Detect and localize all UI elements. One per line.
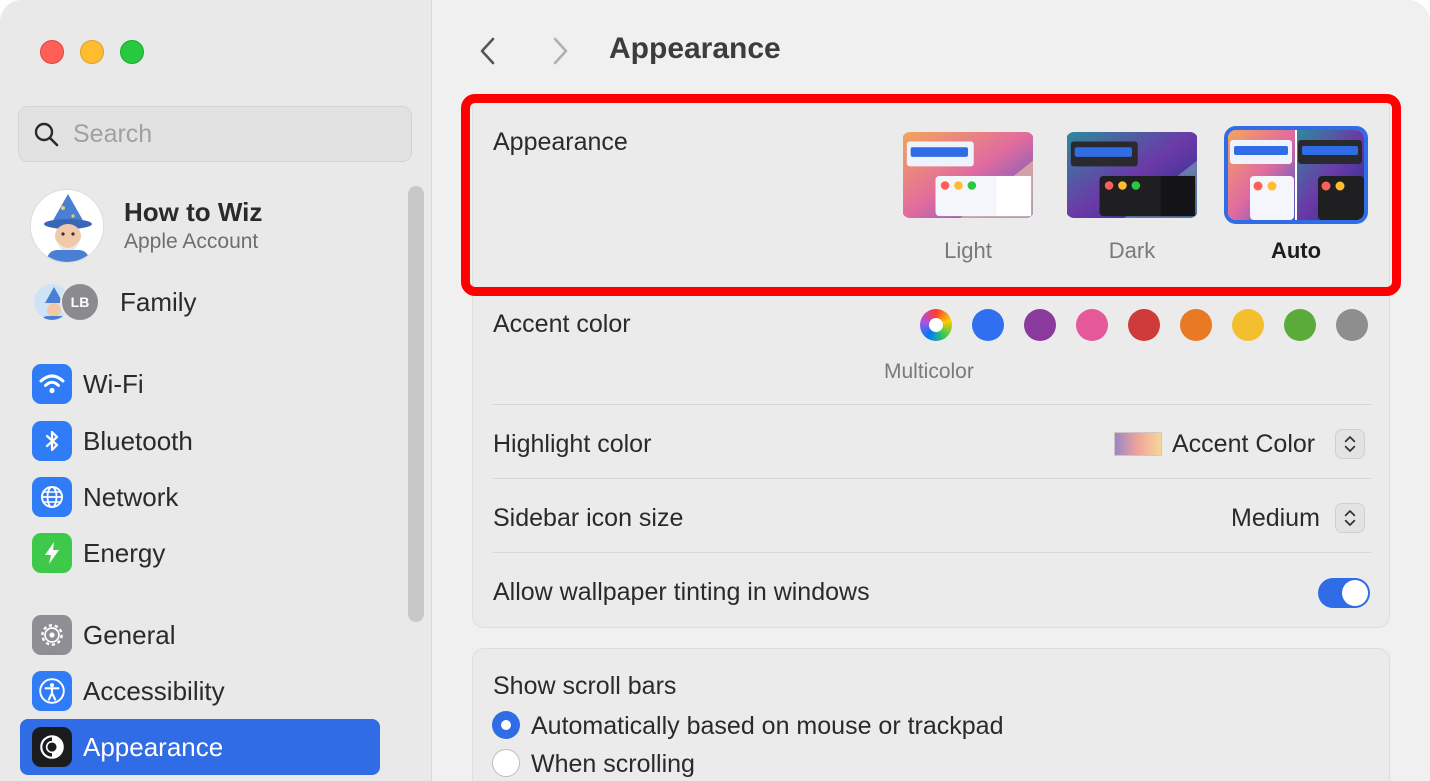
sidebar-item-general[interactable]: General	[20, 607, 380, 663]
family-label: Family	[120, 286, 197, 317]
close-button[interactable]	[40, 40, 64, 64]
sidebar-item-appearance[interactable]: Appearance	[20, 719, 380, 775]
accessibility-icon	[32, 671, 72, 711]
sidebar-item-network[interactable]: Network	[20, 469, 380, 525]
zoom-button[interactable]	[120, 40, 144, 64]
sidebar-item-label: General	[83, 619, 176, 650]
wifi-icon	[32, 364, 72, 404]
avatar	[30, 189, 104, 263]
search-field[interactable]	[18, 106, 412, 162]
chevron-right-icon	[553, 37, 568, 65]
chevron-updown-icon	[1344, 510, 1356, 526]
radio-automatic-label[interactable]: Automatically based on mouse or trackpad	[531, 712, 1003, 741]
highlight-color-popup[interactable]	[1335, 429, 1365, 459]
gear-icon	[32, 615, 72, 655]
search-icon	[34, 122, 59, 147]
sidebar-icon-size-popup[interactable]	[1335, 503, 1365, 533]
sidebar-item-label: Energy	[83, 537, 166, 568]
highlight-color-swatch	[1114, 432, 1162, 456]
page-title: Appearance	[609, 32, 781, 65]
sidebar-item-energy[interactable]: Energy	[20, 525, 380, 581]
sidebar-item-label: Accessibility	[83, 675, 225, 706]
radio-automatic[interactable]	[492, 711, 520, 739]
radio-when-scrolling-label[interactable]: When scrolling	[531, 750, 695, 779]
appearance-icon	[32, 727, 72, 767]
chevron-left-icon	[480, 37, 495, 65]
highlight-color-value[interactable]: Accent Color	[1172, 430, 1315, 459]
divider	[493, 552, 1371, 553]
wallpaper-tinting-label: Allow wallpaper tinting in windows	[493, 578, 870, 606]
account-name: How to Wiz	[124, 197, 263, 227]
globe-icon	[32, 477, 72, 517]
sidebar-item-wifi[interactable]: Wi-Fi	[20, 356, 380, 412]
forward-button[interactable]	[543, 34, 577, 68]
accent-swatch-pink[interactable]	[1076, 309, 1108, 341]
search-input[interactable]	[73, 119, 393, 149]
accent-swatch-green[interactable]	[1284, 309, 1316, 341]
toggle-knob	[1342, 580, 1368, 606]
accent-selected-label: Multicolor	[884, 360, 974, 383]
highlight-color-label: Highlight color	[493, 430, 652, 458]
accent-color-label: Accent color	[493, 310, 631, 338]
sidebar-item-label: Appearance	[83, 731, 224, 762]
sidebar-icon-size-label: Sidebar icon size	[493, 504, 684, 532]
accent-swatch-purple[interactable]	[1024, 309, 1056, 341]
family-avatar-initials: LB	[60, 282, 100, 322]
accent-swatch-graphite[interactable]	[1336, 309, 1368, 341]
sidebar-scrollbar[interactable]	[408, 186, 424, 622]
accent-swatch-orange[interactable]	[1180, 309, 1212, 341]
bolt-icon	[32, 533, 72, 573]
family-item[interactable]: LB Family	[32, 280, 197, 324]
sidebar: How to Wiz Apple Account LB Family	[0, 0, 432, 781]
sidebar-item-bluetooth[interactable]: Bluetooth	[20, 413, 380, 469]
minimize-button[interactable]	[80, 40, 104, 64]
sidebar-item-label: Bluetooth	[83, 425, 193, 456]
annotation-highlight	[461, 94, 1401, 296]
accent-swatch-blue[interactable]	[972, 309, 1004, 341]
chevron-updown-icon	[1344, 436, 1356, 452]
radio-when-scrolling[interactable]	[492, 749, 520, 777]
account-subtitle: Apple Account	[124, 230, 259, 253]
sidebar-icon-size-value[interactable]: Medium	[1231, 504, 1320, 533]
bluetooth-icon	[32, 421, 72, 461]
sidebar-item-label: Wi-Fi	[83, 368, 144, 399]
accent-swatch-yellow[interactable]	[1232, 309, 1264, 341]
sidebar-item-accessibility[interactable]: Accessibility	[20, 663, 380, 719]
settings-window: How to Wiz Apple Account LB Family	[0, 0, 1430, 781]
divider	[493, 478, 1371, 479]
back-button[interactable]	[471, 34, 505, 68]
divider	[493, 404, 1371, 405]
accent-swatch-multicolor[interactable]	[920, 309, 952, 341]
wallpaper-tinting-toggle[interactable]	[1318, 578, 1370, 608]
scroll-bars-label: Show scroll bars	[493, 672, 677, 700]
apple-account[interactable]: How to Wiz Apple Account	[30, 186, 400, 266]
accent-swatch-red[interactable]	[1128, 309, 1160, 341]
sidebar-item-label: Network	[83, 481, 179, 512]
